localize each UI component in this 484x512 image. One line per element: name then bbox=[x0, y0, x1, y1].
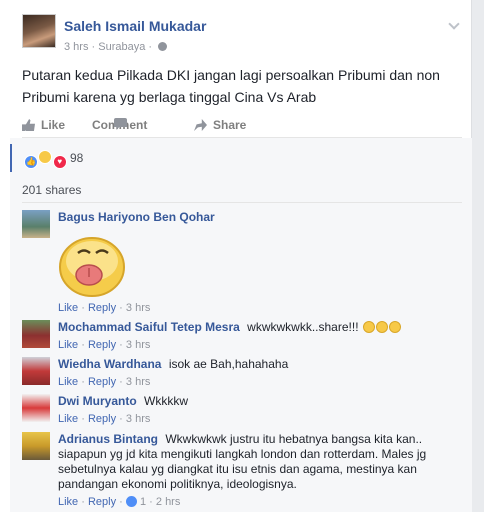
reaction-count[interactable]: 98 bbox=[70, 151, 83, 165]
meta-separator: · bbox=[81, 339, 85, 351]
comment-reply-link[interactable]: Reply bbox=[88, 413, 116, 425]
reaction-icons: 👍 ♥ bbox=[24, 150, 67, 169]
laughing-emoji-icon bbox=[362, 321, 375, 333]
comment-body: Mochammad Saiful Tetep Mesra wkwkwkwkk..… bbox=[58, 320, 462, 353]
comment-time[interactable]: 3 hrs bbox=[126, 376, 150, 388]
meta-separator: · bbox=[148, 41, 153, 53]
commenter-name[interactable]: Wiedha Wardhana bbox=[58, 357, 161, 371]
commenter-name[interactable]: Bagus Hariyono Ben Qohar bbox=[58, 210, 215, 224]
commenter-avatar[interactable] bbox=[22, 394, 50, 422]
laughing-emoji-icon bbox=[375, 321, 388, 333]
shares-count[interactable]: 201 shares bbox=[22, 183, 81, 197]
meta-separator: · bbox=[119, 413, 123, 425]
globe-icon[interactable] bbox=[158, 42, 168, 51]
post-time[interactable]: 3 hrs bbox=[64, 41, 88, 53]
comment-time[interactable]: 3 hrs bbox=[126, 339, 150, 351]
comment-reply-link[interactable]: Reply bbox=[88, 496, 116, 508]
like-button[interactable]: Like bbox=[22, 118, 65, 132]
comment-button[interactable]: Comment bbox=[92, 118, 147, 132]
comment-reply-link[interactable]: Reply bbox=[88, 376, 116, 388]
author-avatar[interactable] bbox=[22, 14, 56, 48]
comment-text: wkwkwkwkk..share!!! bbox=[247, 320, 359, 334]
meta-separator: · bbox=[119, 496, 123, 508]
meta-separator: · bbox=[81, 413, 85, 425]
sticker-image bbox=[59, 237, 125, 297]
comment-like-link[interactable]: Like bbox=[58, 339, 78, 351]
post-meta: 3 hrs · Surabaya · bbox=[64, 41, 168, 53]
commenter-name[interactable]: Adrianus Bintang bbox=[58, 432, 158, 446]
love-icon: ♥ bbox=[52, 155, 67, 169]
divider bbox=[22, 202, 462, 203]
meta-separator: · bbox=[81, 376, 85, 388]
smiling-emoji-icon bbox=[388, 321, 401, 333]
chevron-down-icon[interactable] bbox=[448, 18, 460, 30]
comment-time[interactable]: 3 hrs bbox=[126, 302, 150, 314]
comment-meta: Like · Reply · 3 hrs bbox=[58, 300, 462, 316]
post-card: Saleh Ismail Mukadar 3 hrs · Surabaya · … bbox=[0, 0, 472, 512]
comment-body: Bagus Hariyono Ben Qohar bbox=[58, 210, 462, 225]
scrollbar[interactable] bbox=[472, 0, 484, 512]
action-bar: Like Comment Share bbox=[22, 112, 462, 138]
meta-separator: · bbox=[81, 496, 85, 508]
thumbs-up-icon bbox=[22, 119, 35, 131]
comment-body: Dwi Muryanto Wkkkkw Like · Reply · 3 hrs bbox=[58, 394, 462, 427]
comment-reply-link[interactable]: Reply bbox=[88, 339, 116, 351]
comment-reply-link[interactable]: Reply bbox=[88, 302, 116, 314]
meta-separator: · bbox=[91, 41, 96, 53]
post-header: Saleh Ismail Mukadar 3 hrs · Surabaya · bbox=[22, 14, 462, 58]
comment-text: Wkkkkw bbox=[144, 394, 189, 408]
comment-time[interactable]: 2 hrs bbox=[156, 496, 180, 508]
share-button[interactable]: Share bbox=[194, 118, 246, 132]
like-icon: 👍 bbox=[24, 155, 38, 169]
meta-separator: · bbox=[119, 376, 123, 388]
comment-like-link[interactable]: Like bbox=[58, 496, 78, 508]
comment-text: isok ae Bah,hahahaha bbox=[168, 357, 289, 371]
commenter-avatar[interactable] bbox=[22, 357, 50, 385]
meta-separator: · bbox=[149, 496, 153, 508]
meta-separator: · bbox=[119, 339, 123, 351]
comment-body: Wiedha Wardhana isok ae Bah,hahahaha Lik… bbox=[58, 357, 462, 390]
comment-like-count[interactable]: 1 bbox=[140, 496, 146, 508]
commenter-avatar[interactable] bbox=[22, 432, 50, 460]
post-location[interactable]: Surabaya bbox=[98, 41, 145, 53]
meta-separator: · bbox=[81, 302, 85, 314]
meta-separator: · bbox=[119, 302, 123, 314]
comment-like-link[interactable]: Like bbox=[58, 413, 78, 425]
comment-body: Adrianus Bintang Wkwkwkwk justru itu heb… bbox=[58, 432, 462, 510]
author-name[interactable]: Saleh Ismail Mukadar bbox=[64, 18, 206, 34]
comment-like-link[interactable]: Like bbox=[58, 302, 78, 314]
commenter-name[interactable]: Mochammad Saiful Tetep Mesra bbox=[58, 320, 240, 334]
commenter-avatar[interactable] bbox=[22, 320, 50, 348]
comment-time[interactable]: 3 hrs bbox=[126, 413, 150, 425]
post-text: Putaran kedua Pilkada DKI jangan lagi pe… bbox=[22, 67, 440, 105]
share-label: Share bbox=[213, 118, 247, 132]
share-icon bbox=[194, 119, 207, 131]
reactions-bar[interactable]: 👍 ♥ 98 bbox=[10, 144, 472, 172]
comment-like-link[interactable]: Like bbox=[58, 376, 78, 388]
haha-icon bbox=[38, 150, 53, 164]
commenter-name[interactable]: Dwi Muryanto bbox=[58, 394, 137, 408]
like-icon bbox=[125, 496, 137, 507]
like-label: Like bbox=[41, 118, 66, 132]
commenter-avatar[interactable] bbox=[22, 210, 50, 238]
